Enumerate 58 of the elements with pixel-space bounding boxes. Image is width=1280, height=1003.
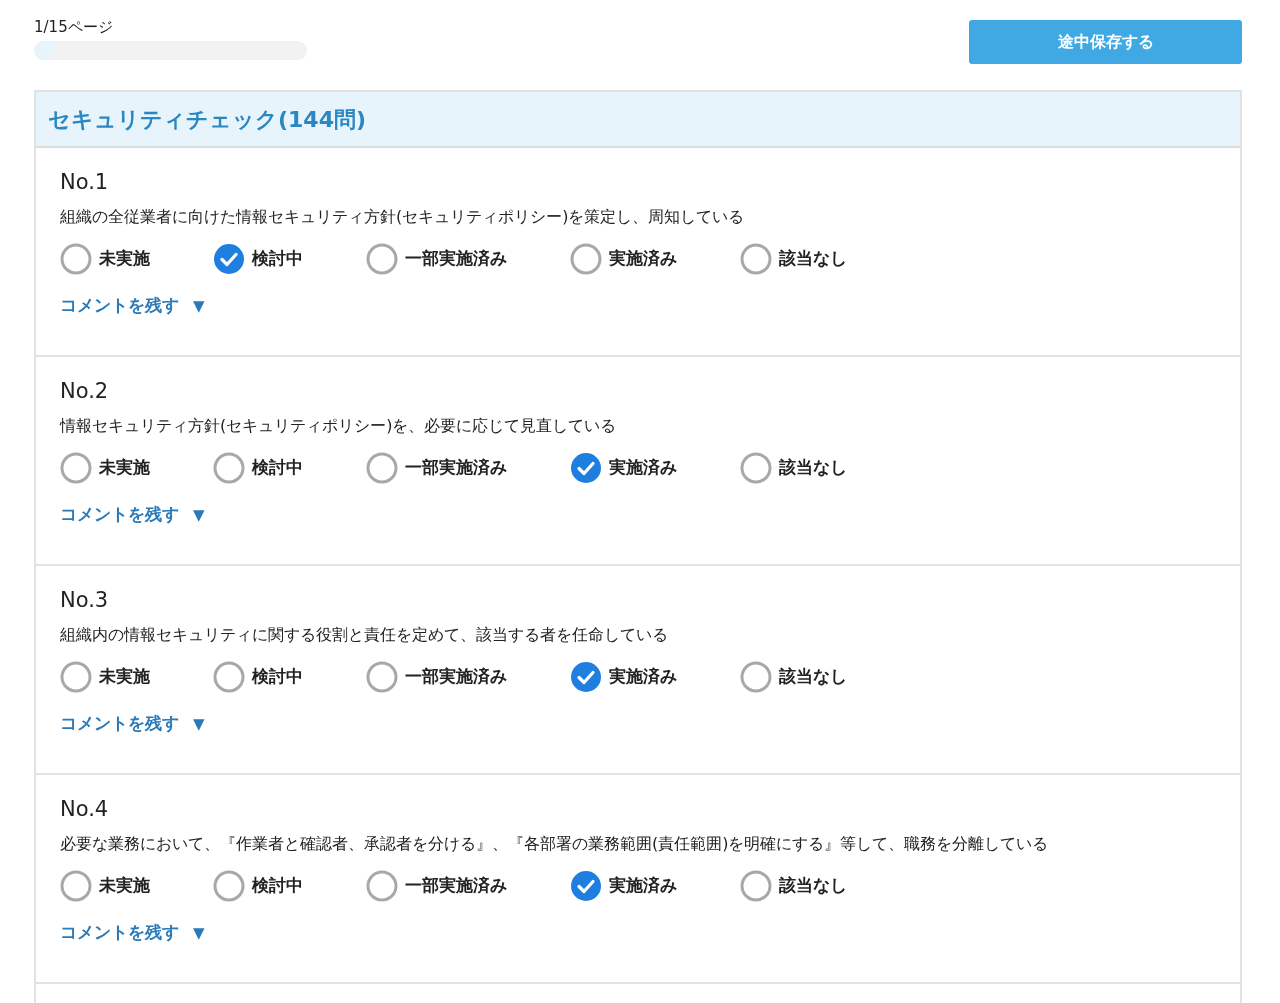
radio-option[interactable]: 未実施 [60,661,150,694]
comment-link[interactable]: コメントを残す [60,920,179,946]
question-text: 組織の全従業者に向けた情報セキュリティ方針(セキュリティポリシー)を策定し、周知している [60,206,746,229]
radio-icon[interactable] [60,870,92,903]
radio-option[interactable]: 該当なし [740,870,847,903]
radio-icon[interactable] [366,243,398,276]
radio-option[interactable]: 該当なし [740,661,847,694]
radio-option[interactable]: 未実施 [60,870,150,903]
comment-link[interactable]: コメントを残す [60,293,179,319]
question-number: No.3 [60,588,110,614]
checked-radio-icon[interactable] [570,661,602,694]
page-counter: 1/15ページ [34,20,114,35]
radio-icon[interactable] [213,661,245,694]
question-number: No.2 [60,379,110,405]
radio-icon[interactable] [366,870,398,903]
radio-option[interactable]: 一部実施済み [366,661,507,694]
section-title: セキュリティチェック(144問) [48,105,367,134]
radio-icon[interactable] [213,870,245,903]
dropdown-arrow-icon[interactable]: ▼ [193,503,205,527]
question-number: No.1 [60,170,110,196]
radio-icon[interactable] [740,452,772,485]
checked-radio-icon[interactable] [213,243,245,276]
radio-option[interactable]: 実施済み [570,661,677,694]
radio-icon[interactable] [366,452,398,485]
radio-option[interactable]: 検討中 [213,452,303,485]
question-text: 情報セキュリティ方針(セキュリティポリシー)を、必要に応じて見直している [60,415,618,438]
radio-icon[interactable] [740,870,772,903]
radio-icon[interactable] [60,452,92,485]
question-text: 必要な業務において、『作業者と確認者、承認者を分ける』、『各部署の業務範囲(責任範囲)を明確にする』等して、職務を分離している [60,833,1050,856]
radio-option[interactable]: 一部実施済み [366,870,507,903]
radio-option[interactable]: 該当なし [740,243,847,276]
radio-option[interactable]: 検討中 [213,661,303,694]
checked-radio-icon[interactable] [570,870,602,903]
radio-option[interactable]: 未実施 [60,452,150,485]
radio-option[interactable]: 該当なし [740,452,847,485]
radio-icon[interactable] [60,243,92,276]
dropdown-arrow-icon[interactable]: ▼ [193,921,205,945]
radio-option[interactable]: 実施済み [570,870,677,903]
radio-option[interactable]: 検討中 [213,243,303,276]
dropdown-arrow-icon[interactable]: ▼ [193,712,205,736]
checked-radio-icon[interactable] [570,452,602,485]
radio-option[interactable]: 検討中 [213,870,303,903]
question-text: 組織内の情報セキュリティに関する役割と責任を定めて、該当する者を任命している [60,624,669,647]
radio-option[interactable]: 未実施 [60,243,150,276]
radio-icon[interactable] [60,661,92,694]
question-number: No.4 [60,797,110,823]
radio-icon[interactable] [366,661,398,694]
radio-icon[interactable] [213,452,245,485]
radio-icon[interactable] [740,243,772,276]
dropdown-arrow-icon[interactable]: ▼ [193,294,205,318]
radio-option[interactable]: 一部実施済み [366,243,507,276]
radio-option[interactable]: 実施済み [570,243,677,276]
comment-link[interactable]: コメントを残す [60,502,179,528]
radio-icon[interactable] [740,661,772,694]
radio-icon[interactable] [570,243,602,276]
radio-option[interactable]: 一部実施済み [366,452,507,485]
comment-link[interactable]: コメントを残す [60,711,179,737]
radio-option[interactable]: 実施済み [570,452,677,485]
